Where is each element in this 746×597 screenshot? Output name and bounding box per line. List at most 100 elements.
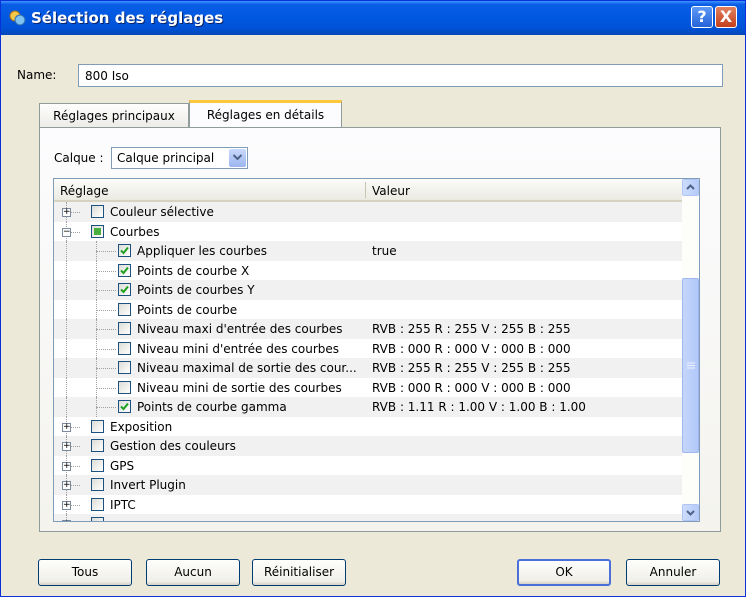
tree-group-row[interactable]: + Couleur sélective	[54, 202, 682, 222]
tree-group-row[interactable]: + Invert Plugin	[54, 475, 682, 495]
row-label: Courbes	[110, 224, 160, 239]
tree-line	[96, 251, 116, 252]
expand-icon[interactable]: +	[62, 422, 71, 432]
close-button[interactable]: X	[715, 6, 737, 28]
expand-icon[interactable]: +	[62, 208, 71, 217]
tree-item-row[interactable]: Points de courbe X	[54, 260, 682, 280]
row-value: RVB : 255 R : 255 V : 255 B : 255	[372, 322, 571, 336]
tree-group-row[interactable]: + GPS	[54, 455, 682, 475]
row-value: RVB : 1.11 R : 1.00 V : 1.00 B : 1.00	[372, 400, 586, 414]
tree-line	[96, 368, 116, 369]
column-divider[interactable]	[365, 182, 366, 198]
row-checkbox[interactable]	[118, 302, 131, 316]
calque-select[interactable]: Calque principal	[111, 147, 248, 169]
checkmark-icon	[120, 266, 129, 274]
tree-item-row[interactable]: Points de courbe	[54, 299, 682, 319]
expand-icon[interactable]: +	[62, 500, 71, 510]
expand-icon[interactable]: +	[62, 481, 71, 490]
tree-line	[66, 377, 67, 397]
tab-label: Réglages principaux	[53, 109, 175, 123]
help-button[interactable]: ?	[691, 6, 713, 28]
tree-header: Réglage Valeur	[54, 179, 682, 202]
tree-line	[96, 407, 116, 408]
tree-line	[96, 329, 116, 330]
row-checkbox[interactable]	[91, 439, 104, 452]
row-checkbox[interactable]	[91, 497, 104, 511]
column-header-reglage[interactable]: Réglage	[60, 184, 109, 198]
row-value: RVB : 000 R : 000 V : 000 B : 000	[372, 341, 571, 356]
window-title: Sélection des réglages	[31, 9, 224, 27]
tree-group-row[interactable]: + IPTC	[54, 494, 682, 514]
title-bar[interactable]: Sélection des réglages ? X	[1, 1, 745, 35]
chevron-down-icon	[233, 154, 242, 161]
scroll-up-button[interactable]	[682, 179, 699, 196]
row-checkbox[interactable]	[118, 322, 131, 335]
tree-item-row[interactable]: Points de courbes Y	[54, 280, 682, 300]
tree-line	[66, 319, 67, 339]
row-checkbox[interactable]	[118, 283, 131, 296]
row-label: Points de courbe	[137, 302, 238, 317]
row-checkbox[interactable]	[91, 517, 104, 521]
collapse-icon[interactable]: −	[62, 227, 71, 237]
scroll-down-button[interactable]	[682, 504, 699, 521]
app-icon	[9, 10, 26, 26]
row-checkbox[interactable]	[118, 380, 131, 394]
tree-line	[66, 397, 67, 417]
row-value: RVB : 000 R : 000 V : 000 B : 000	[372, 380, 571, 395]
checkmark-icon	[120, 402, 129, 411]
tree-group-row[interactable]: + Exposition	[54, 416, 682, 436]
row-checkbox[interactable]	[118, 263, 131, 277]
row-label: IPTC	[110, 497, 136, 512]
calque-label: Calque :	[54, 151, 104, 165]
row-checkbox[interactable]	[91, 224, 104, 238]
tree-item-row[interactable]: Appliquer les courbes true	[54, 241, 682, 261]
tab-reglages-principaux[interactable]: Réglages principaux	[39, 103, 189, 128]
settings-tree[interactable]: Réglage Valeur + Couleur sélective − Courbe…	[53, 178, 700, 522]
row-checkbox[interactable]	[91, 419, 104, 433]
tree-line	[66, 280, 67, 300]
tree-line	[66, 260, 67, 280]
tree-item-row[interactable]: Niveau maxi d'entrée des courbes RVB : 25…	[54, 319, 682, 339]
checkmark-icon	[120, 285, 129, 294]
chevron-down-icon	[686, 510, 695, 516]
row-label: Points de courbes Y	[137, 283, 255, 297]
row-label: GPS	[110, 458, 135, 473]
row-label: Invert Plugin	[110, 478, 186, 492]
reinitialiser-button[interactable]: Réinitialiser	[252, 559, 346, 586]
row-label: Niveau mini d'entrée des courbes	[137, 341, 340, 356]
combo-dropdown-button[interactable]	[229, 149, 246, 167]
row-checkbox[interactable]	[91, 458, 104, 472]
expand-icon[interactable]: +	[62, 520, 71, 521]
tree-group-row[interactable]: + Gestion des couleurs	[54, 436, 682, 456]
ok-button[interactable]: OK	[517, 559, 611, 586]
name-input[interactable]: 800 Iso	[78, 64, 723, 87]
tree-item-row[interactable]: Niveau mini d'entrée des courbes RVB : 00…	[54, 338, 682, 358]
tree-group-row[interactable]: +	[54, 514, 682, 521]
dialog-window: Sélection des réglages ? X Name: 800 Iso…	[0, 0, 746, 597]
row-checkbox[interactable]	[118, 361, 131, 374]
aucun-button[interactable]: Aucun	[146, 559, 240, 586]
expand-icon[interactable]: +	[62, 461, 71, 471]
row-checkbox[interactable]	[118, 341, 131, 355]
name-input-value: 800 Iso	[85, 69, 129, 83]
row-label: Points de courbe gamma	[137, 400, 287, 414]
vertical-scrollbar[interactable]	[682, 179, 699, 521]
annuler-button[interactable]: Annuler	[626, 559, 720, 586]
tous-button[interactable]: Tous	[38, 559, 132, 586]
tree-item-row[interactable]: Niveau maximal de sortie des cour... RVB …	[54, 358, 682, 378]
row-checkbox[interactable]	[118, 244, 131, 257]
tree-line	[66, 338, 67, 358]
expand-icon[interactable]: +	[62, 442, 71, 451]
tree-item-row[interactable]: Niveau mini de sortie des courbes RVB : 0…	[54, 377, 682, 397]
row-checkbox[interactable]	[118, 400, 131, 413]
tree-group-row[interactable]: − Courbes	[54, 221, 682, 241]
tree-line	[96, 290, 116, 291]
scroll-thumb[interactable]	[682, 278, 699, 453]
tab-reglages-en-details[interactable]: Réglages en détails	[189, 100, 342, 127]
row-checkbox[interactable]	[91, 478, 104, 491]
tree-item-row[interactable]: Points de courbe gamma RVB : 1.11 R : 1.0…	[54, 397, 682, 417]
column-header-valeur[interactable]: Valeur	[372, 184, 410, 198]
row-checkbox[interactable]	[91, 205, 104, 218]
tree-line	[66, 358, 67, 378]
tree-line	[96, 348, 116, 350]
